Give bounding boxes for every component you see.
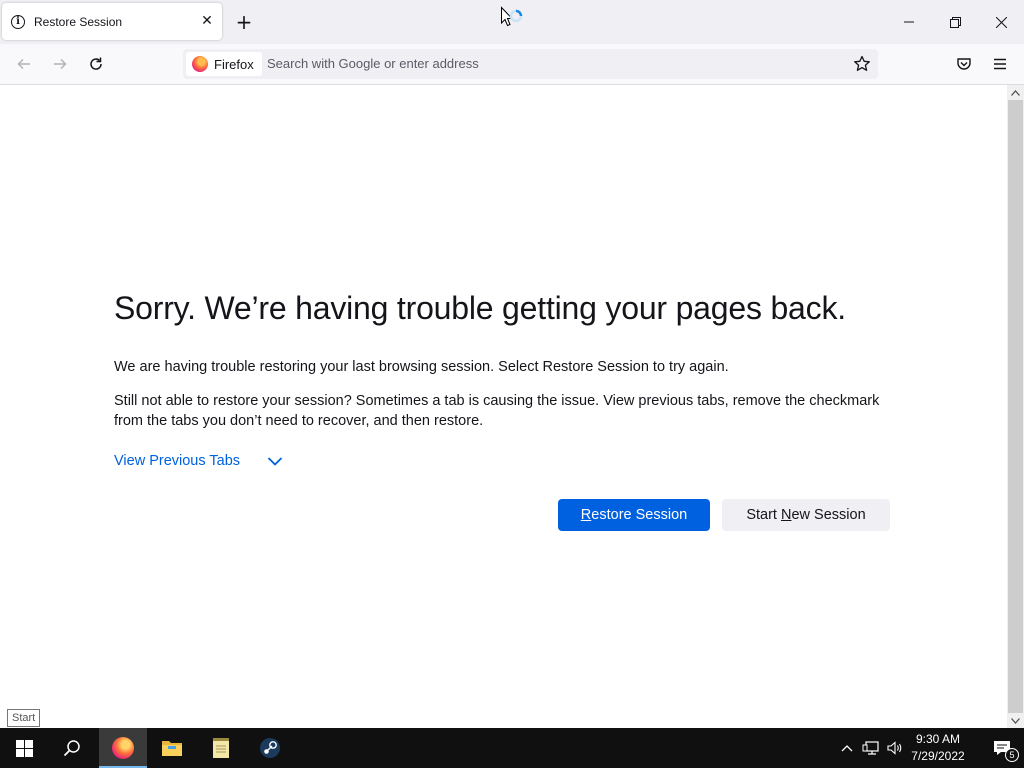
vertical-scrollbar[interactable] — [1007, 85, 1024, 728]
start-new-session-button[interactable]: Start New Session — [722, 499, 890, 531]
search-icon — [63, 740, 80, 757]
bookmark-star-button[interactable] — [852, 54, 872, 74]
tab-restore-session[interactable]: i Restore Session ✕ — [2, 3, 222, 40]
taskbar-clock[interactable]: 9:30 AM 7/29/2022 — [906, 731, 970, 765]
taskbar-steam[interactable] — [246, 728, 294, 768]
folder-icon — [162, 741, 182, 756]
firefox-icon — [112, 737, 134, 759]
network-button[interactable] — [860, 728, 882, 768]
taskbar: 9:30 AM 7/29/2022 5 — [0, 728, 1024, 768]
forward-button[interactable] — [48, 52, 72, 76]
notification-count-badge: 5 — [1005, 748, 1019, 762]
speaker-icon — [887, 741, 902, 755]
taskbar-firefox[interactable] — [99, 728, 147, 768]
back-button[interactable] — [12, 52, 36, 76]
reload-icon — [90, 57, 102, 70]
steam-icon — [260, 738, 280, 758]
close-window-button[interactable] — [978, 0, 1024, 44]
action-center-button[interactable]: 5 — [980, 728, 1024, 768]
error-help-text: Still not able to restore your session? … — [114, 393, 880, 429]
chevron-up-icon — [841, 745, 853, 752]
start-new-session-label: Start New Session — [746, 507, 866, 523]
scroll-up-button[interactable] — [1007, 85, 1024, 100]
network-icon — [862, 741, 879, 755]
info-icon: i — [11, 14, 25, 29]
minimize-button[interactable] — [886, 0, 932, 44]
url-bar[interactable]: Firefox Search with Google or enter addr… — [183, 49, 878, 79]
start-tooltip: Start — [7, 709, 41, 727]
taskbar-notepad[interactable] — [197, 728, 245, 768]
restore-session-page: Sorry. We’re having trouble getting your… — [0, 85, 1007, 728]
start-button[interactable] — [0, 728, 48, 768]
restore-window-icon — [949, 16, 961, 28]
navigation-toolbar: Firefox Search with Google or enter addr… — [0, 44, 1024, 85]
clock-date: 7/29/2022 — [911, 749, 965, 763]
identity-label: Firefox — [214, 56, 254, 72]
search-input[interactable]: Search with Google or enter address — [267, 49, 479, 79]
hamburger-menu-icon — [994, 58, 1006, 70]
minimize-icon — [904, 21, 914, 23]
clock-time: 9:30 AM — [915, 732, 961, 746]
scroll-down-button[interactable] — [1007, 713, 1024, 728]
show-hidden-icons-button[interactable] — [838, 728, 856, 768]
restore-window-button[interactable] — [932, 0, 978, 44]
page-title: Sorry. We’re having trouble getting your… — [114, 290, 846, 326]
pocket-icon — [957, 58, 971, 70]
star-icon — [854, 55, 870, 71]
view-previous-tabs-toggle[interactable]: View Previous Tabs — [114, 452, 284, 470]
taskbar-file-explorer[interactable] — [148, 728, 196, 768]
windows-logo-icon — [15, 739, 33, 757]
busy-cursor-icon — [501, 6, 523, 27]
scroll-up-arrow-icon — [1011, 89, 1020, 96]
search-button[interactable] — [48, 728, 96, 768]
forward-arrow-icon — [54, 58, 67, 70]
restore-session-label: Restore Session — [580, 507, 688, 523]
pocket-button[interactable] — [952, 52, 976, 76]
scrollbar-thumb[interactable] — [1008, 100, 1023, 713]
reload-button[interactable] — [84, 52, 108, 76]
close-icon — [995, 16, 1007, 28]
view-previous-tabs-label: View Previous Tabs — [114, 453, 241, 469]
chevron-down-icon — [267, 457, 283, 466]
back-arrow-icon — [17, 58, 30, 70]
app-menu-button[interactable] — [988, 52, 1012, 76]
new-tab-button[interactable]: + — [233, 12, 255, 34]
notepad-icon — [213, 738, 229, 758]
volume-button[interactable] — [884, 728, 906, 768]
tab-close-icon[interactable]: ✕ — [200, 13, 214, 27]
scroll-down-arrow-icon — [1011, 717, 1020, 724]
tab-title: Restore Session — [34, 14, 123, 29]
error-description: We are having trouble restoring your las… — [114, 359, 729, 375]
restore-session-button[interactable]: Restore Session — [558, 499, 710, 531]
firefox-logo-icon — [192, 56, 208, 72]
identity-box[interactable]: Firefox — [186, 52, 262, 76]
